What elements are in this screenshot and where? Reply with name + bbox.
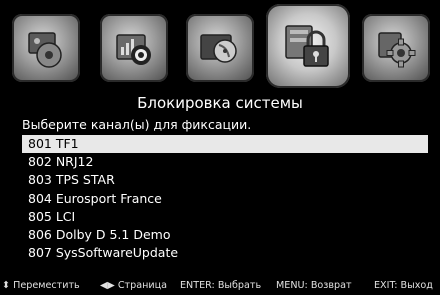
channel-item[interactable]: 806 Dolby D 5.1 Demo <box>22 226 428 244</box>
lock-icon[interactable] <box>266 4 350 88</box>
channel-list: 801 TF1 802 NRJ12 803 TPS STAR 804 Euros… <box>22 135 428 262</box>
channel-item[interactable]: 801 TF1 <box>22 135 428 154</box>
channel-item[interactable]: 805 LCI <box>22 208 428 226</box>
exit-hint: EXIT: Выход <box>374 280 433 291</box>
menu-icon-bar <box>0 0 440 92</box>
satellite-icon[interactable] <box>186 14 254 82</box>
up-down-arrow-icon: ⬍ <box>2 280 11 291</box>
page-subtitle: Выберите канал(ы) для фиксации. <box>22 117 252 132</box>
channel-item[interactable]: 802 NRJ12 <box>22 153 428 171</box>
left-right-arrow-icon: ◀▶ <box>100 280 115 291</box>
enter-hint: ENTER: Выбрать <box>180 280 262 291</box>
settings-icon[interactable] <box>362 14 430 82</box>
media-icon[interactable] <box>12 14 80 82</box>
channel-item[interactable]: 804 Eurosport France <box>22 190 428 208</box>
page-title: Блокировка системы <box>137 94 303 112</box>
menu-hint: MENU: Возврат <box>276 280 352 291</box>
key-help-bar: ⬍ Переместить ◀▶ Страница ENTER: Выбрать… <box>0 276 440 295</box>
page-hint: ◀▶ Страница <box>100 276 167 295</box>
signal-icon[interactable] <box>100 14 168 82</box>
channel-item[interactable]: 807 SysSoftwareUpdate <box>22 244 428 262</box>
move-hint: ⬍ Переместить <box>2 276 80 295</box>
channel-item[interactable]: 803 TPS STAR <box>22 171 428 189</box>
